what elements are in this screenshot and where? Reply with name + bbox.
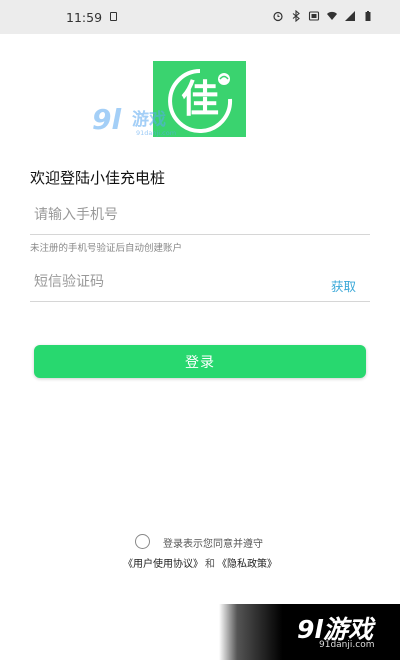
watermark-bottom: 9l游戏 91danji.com — [219, 604, 400, 660]
logo-icon: 佳 — [167, 69, 232, 133]
battery-icon — [362, 10, 374, 22]
signal-icon — [344, 10, 356, 22]
status-bar: 11:59 — [0, 0, 400, 34]
code-field: 获取 — [30, 267, 370, 302]
svg-text:9l: 9l — [92, 103, 121, 136]
sms-code-input[interactable] — [30, 267, 314, 297]
agreement-row: 登录表示您同意并遵守 — [0, 533, 400, 551]
agreement-links: 《用户使用协议》和《隐私政策》 — [0, 555, 400, 570]
welcome-title: 欢迎登陆小佳充电桩 — [30, 169, 166, 187]
svg-text:佳: 佳 — [180, 77, 218, 121]
wifi-icon — [326, 10, 338, 22]
get-code-button[interactable]: 获取 — [331, 276, 356, 295]
login-button[interactable]: 登录 — [34, 345, 366, 378]
status-icons — [272, 10, 374, 22]
phone-input[interactable] — [30, 200, 314, 230]
vibrate-icon — [308, 10, 320, 22]
notification-icon — [110, 12, 117, 21]
privacy-policy-link[interactable]: 《隐私政策》 — [217, 559, 277, 570]
status-time: 11:59 — [66, 10, 103, 25]
user-agreement-link[interactable]: 《用户使用协议》 — [123, 559, 203, 570]
register-hint: 未注册的手机号验证后自动创建账户 — [30, 243, 183, 254]
agreement-text: 登录表示您同意并遵守 — [163, 539, 263, 550]
and-text: 和 — [205, 559, 215, 570]
phone-field — [30, 200, 370, 235]
agree-radio[interactable] — [135, 534, 150, 549]
alarm-icon — [272, 10, 284, 22]
watermark-bottom-url: 91danji.com — [319, 640, 375, 650]
bluetooth-icon — [290, 10, 302, 22]
app-logo: 佳 — [153, 61, 246, 137]
